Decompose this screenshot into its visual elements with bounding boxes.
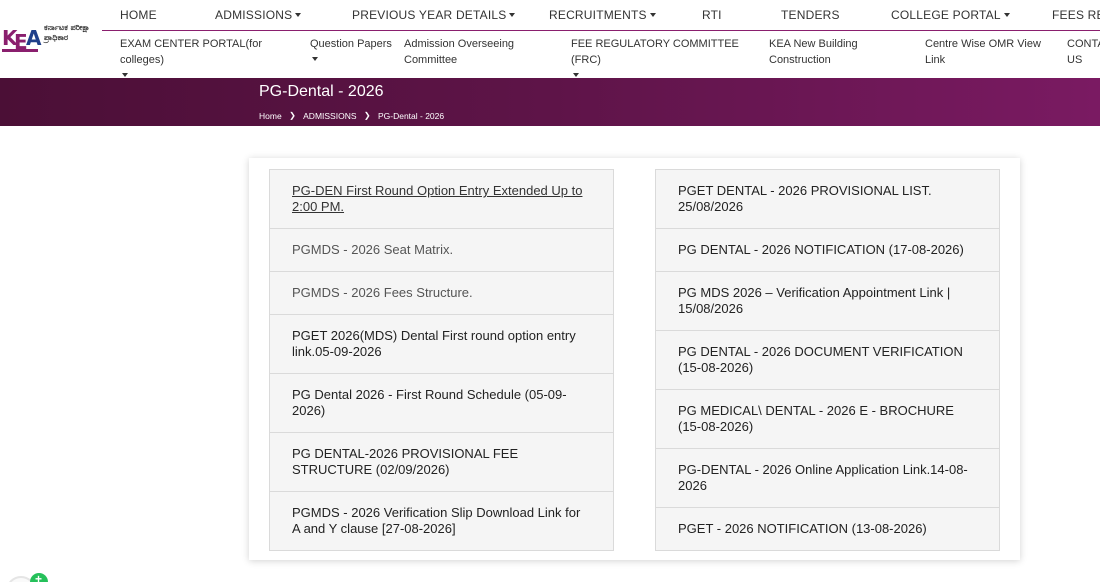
list-item[interactable]: PG DENTAL - 2026 DOCUMENT VERIFICATION (… (656, 331, 999, 390)
kea-logo-text: ಕರ್ನಾಟಕ ಪರೀಕ್ಷಾ ಪ್ರಾಧಿಕಾರ (44, 23, 90, 42)
kea-logo[interactable]: K E A ಕರ್ನಾಟಕ ಪರೀಕ್ಷಾ ಪ್ರಾಧಿಕಾರ (2, 20, 102, 54)
list-item[interactable]: PG DENTAL - 2026 NOTIFICATION (17-08-202… (656, 229, 999, 272)
subnav-contact-us[interactable]: CONTA US (1067, 36, 1100, 68)
nav-tenders[interactable]: TENDERS (781, 8, 840, 22)
list-item[interactable]: PG DENTAL-2026 PROVISIONAL FEE STRUCTURE… (270, 433, 613, 492)
chevron-down-icon (312, 57, 318, 61)
announcements-right-list: PGET DENTAL - 2026 PROVISIONAL LIST. 25/… (655, 169, 1000, 551)
subnav-question-papers[interactable]: Question Papers (310, 36, 400, 61)
chevron-right-icon: ❯ (363, 111, 371, 121)
breadcrumb: Home ❯ ADMISSIONS ❯ PG-Dental - 2026 (259, 110, 444, 121)
list-item[interactable]: PGET - 2026 NOTIFICATION (13-08-2026) (656, 508, 999, 550)
subnav-centre-wise-omr[interactable]: Centre Wise OMR View Link (925, 36, 1050, 68)
subnav-fee-regulatory-committee[interactable]: FEE REGULATORY COMMITTEE (FRC) (571, 36, 763, 77)
nav-college-portal[interactable]: COLLEGE PORTAL (891, 8, 1010, 22)
list-item[interactable]: PGET 2026(MDS) Dental First round option… (270, 315, 613, 374)
top-nav: HOME ADMISSIONS PREVIOUS YEAR DETAILS RE… (102, 0, 1100, 31)
nav-admissions[interactable]: ADMISSIONS (215, 8, 302, 22)
chevron-down-icon (295, 13, 302, 17)
list-item[interactable]: PGMDS - 2026 Fees Structure. (270, 272, 613, 315)
list-item[interactable]: PG-DEN First Round Option Entry Extended… (270, 170, 613, 229)
chevron-down-icon (509, 13, 516, 17)
chat-widget-icon[interactable] (30, 572, 48, 582)
list-item[interactable]: PG-DENTAL - 2026 Online Application Link… (656, 449, 999, 508)
breadcrumb-admissions[interactable]: ADMISSIONS (303, 111, 356, 121)
subnav-exam-center-portal[interactable]: EXAM CENTER PORTAL(for colleges) (120, 36, 305, 77)
announcements-card: PG-DEN First Round Option Entry Extended… (249, 158, 1020, 560)
kea-logo-mark: K E A (2, 26, 42, 54)
chevron-right-icon: ❯ (289, 111, 296, 121)
site-header: K E A ಕರ್ನಾಟಕ ಪರೀಕ್ಷಾ ಪ್ರಾಧಿಕಾರ HOME ADM… (0, 0, 1100, 78)
chevron-down-icon (649, 13, 656, 17)
nav-previous-year-details[interactable]: PREVIOUS YEAR DETAILS (352, 8, 516, 22)
chevron-down-icon (122, 73, 128, 77)
nav-recruitments[interactable]: RECRUITMENTS (549, 8, 656, 22)
subnav-kea-new-building[interactable]: KEA New Building Construction (769, 36, 887, 68)
nav-fees-refund[interactable]: FEES REFU (1052, 8, 1100, 22)
chevron-down-icon (573, 73, 579, 77)
list-item[interactable]: PG Dental 2026 - First Round Schedule (0… (270, 374, 613, 433)
list-item[interactable]: PGET DENTAL - 2026 PROVISIONAL LIST. 25/… (656, 170, 999, 229)
page-banner: PG-Dental - 2026 Home ❯ ADMISSIONS ❯ PG-… (0, 78, 1100, 126)
nav-home[interactable]: HOME (120, 8, 157, 22)
page-title: PG-Dental - 2026 (259, 83, 384, 100)
chevron-down-icon (1003, 13, 1010, 17)
nav-rti[interactable]: RTI (702, 8, 722, 22)
subnav-admission-overseeing-committee[interactable]: Admission Overseeing Committee (404, 36, 539, 68)
breadcrumb-home[interactable]: Home (259, 111, 282, 121)
list-item[interactable]: PGMDS - 2026 Seat Matrix. (270, 229, 613, 272)
list-item[interactable]: PG MEDICAL\ DENTAL - 2026 E - BROCHURE (… (656, 390, 999, 449)
list-item[interactable]: PG MDS 2026 – Verification Appointment L… (656, 272, 999, 331)
announcements-left-list: PG-DEN First Round Option Entry Extended… (269, 169, 614, 551)
breadcrumb-current: PG-Dental - 2026 (377, 110, 445, 121)
list-item[interactable]: PGMDS - 2026 Verification Slip Download … (270, 492, 613, 550)
